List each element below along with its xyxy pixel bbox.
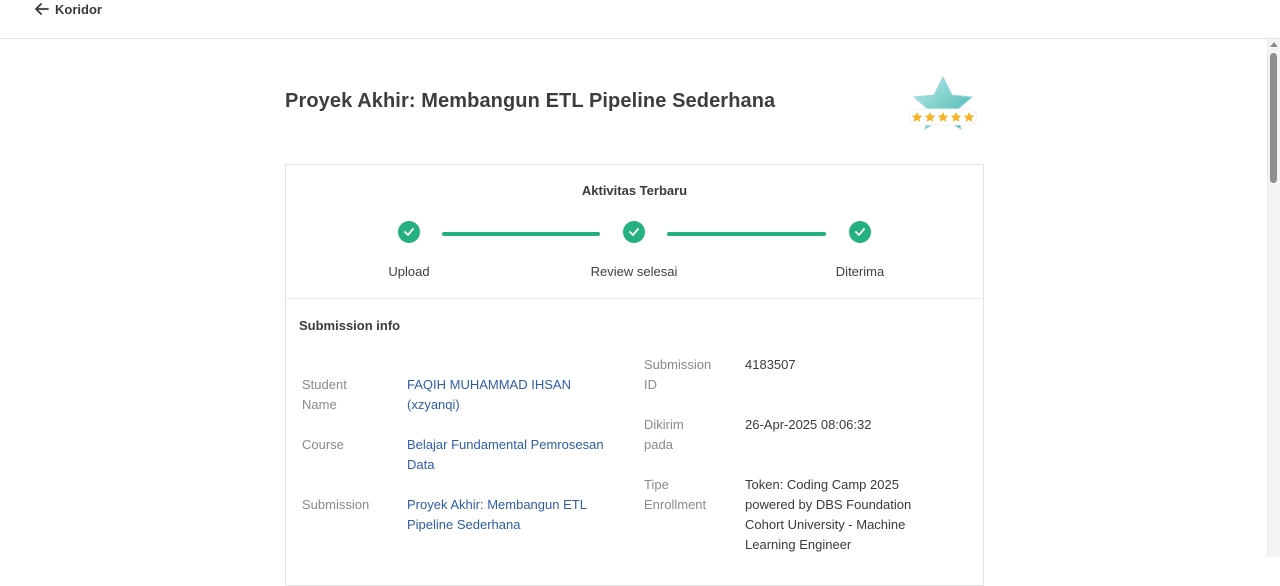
step-upload-label: Upload [388, 264, 430, 279]
progress-line-2 [667, 232, 826, 236]
back-link-label: Koridor [55, 1, 102, 17]
activity-title: Aktivitas Terbaru [581, 183, 688, 198]
submission-link[interactable]: Proyek Akhir: Membangun ETL Pipeline Sed… [407, 495, 587, 535]
progress-line-1 [442, 232, 600, 236]
scroll-up-icon[interactable] [1270, 42, 1278, 47]
submission-label: Submission [302, 497, 370, 512]
step-review-label: Review selesai [590, 264, 678, 279]
card-divider [286, 298, 983, 299]
arrow-left-icon [35, 3, 49, 15]
submission-card: Aktivitas Terbaru Upload Review selesai … [285, 164, 984, 586]
sent-at-label: Dikirim pada [644, 417, 684, 452]
submission-id-value: 4183507 [745, 357, 796, 372]
submission-info-title: Submission info [299, 318, 401, 333]
scrollbar-thumb[interactable] [1270, 53, 1277, 183]
sent-at-value: 26-Apr-2025 08:06:32 [745, 417, 872, 432]
top-bar: Koridor [0, 0, 1280, 39]
submission-id-label: Submission ID [644, 357, 712, 392]
page-title: Proyek Akhir: Membangun ETL Pipeline Sed… [285, 90, 776, 112]
enrollment-type-label: Tipe Enrollment [644, 477, 707, 512]
check-icon [629, 223, 639, 241]
check-icon [404, 223, 414, 241]
course-link[interactable]: Belajar Fundamental Pemrosesan Data [407, 435, 604, 475]
scrollbar[interactable] [1267, 39, 1280, 557]
student-name-label: Student Name [302, 377, 347, 412]
star-rating-badge-icon [906, 74, 980, 136]
step-upload-dot [398, 221, 420, 243]
course-label: Course [302, 437, 344, 452]
enrollment-type-value: Token: Coding Camp 2025 powered by DBS F… [745, 477, 912, 552]
back-link[interactable]: Koridor [35, 0, 102, 18]
step-accepted-label: Diterima [835, 264, 885, 279]
step-accepted-dot [849, 221, 871, 243]
student-name-link[interactable]: FAQIH MUHAMMAD IHSAN (xzyanqi) [407, 375, 571, 415]
step-review-dot [623, 221, 645, 243]
check-icon [855, 223, 865, 241]
